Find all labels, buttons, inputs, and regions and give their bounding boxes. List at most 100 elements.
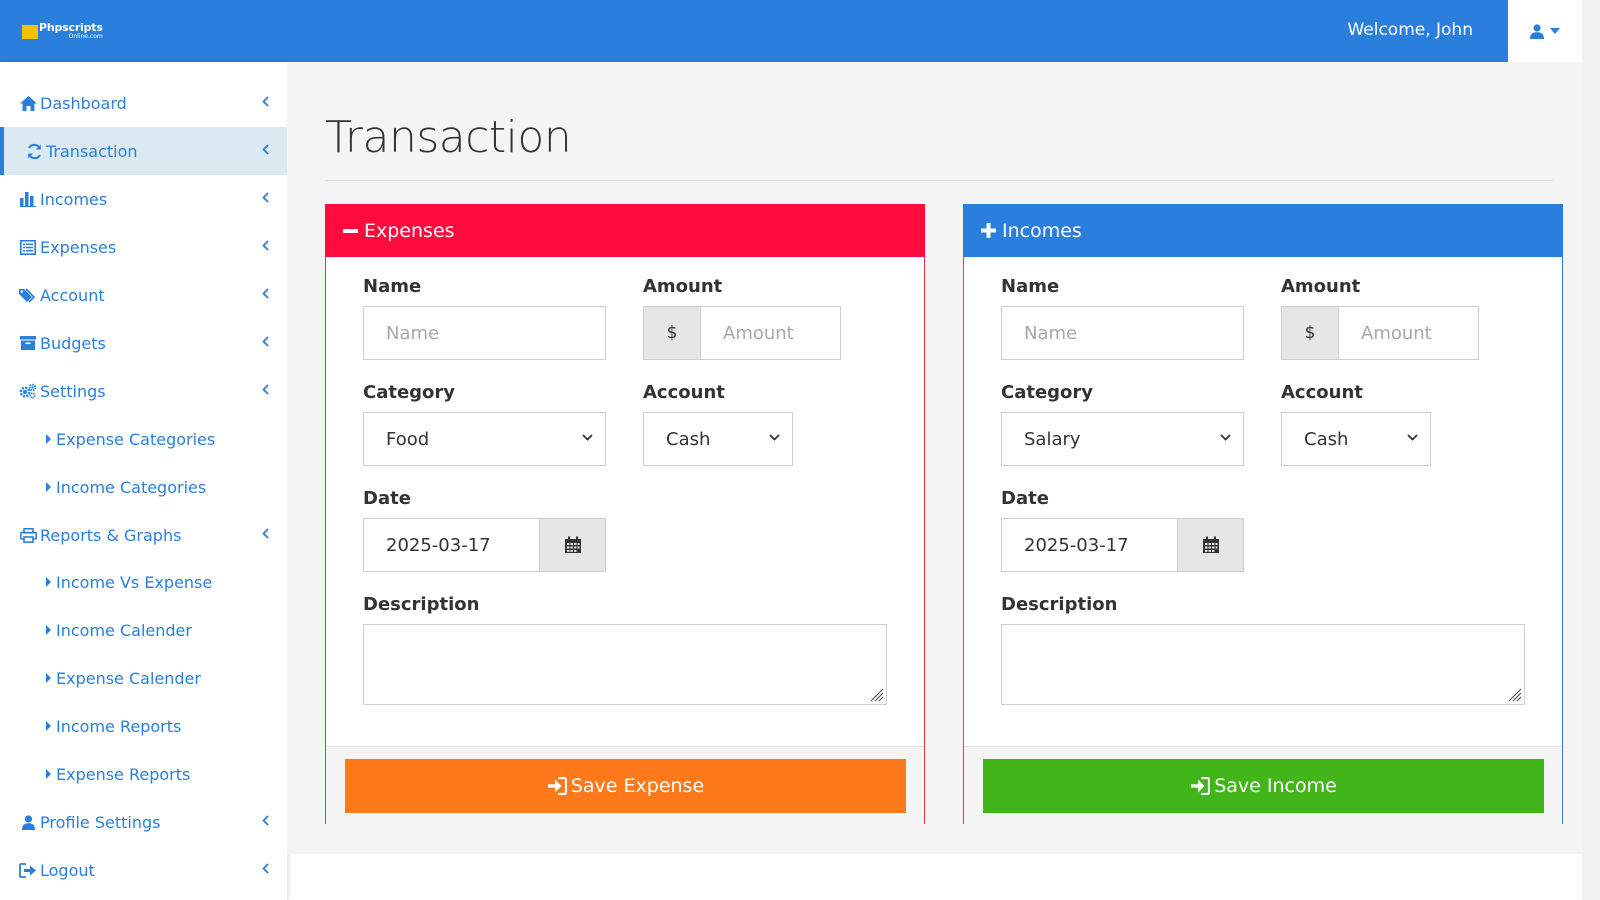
page-title: Transaction xyxy=(325,112,572,163)
expense-category-label: Category xyxy=(363,382,456,403)
expense-panel: Expenses Name Name Amount $ Amount Categ… xyxy=(325,204,925,824)
sidebar-subitem-expense-categories[interactable]: Expense Categories xyxy=(0,415,287,463)
logo-sub-text: Online.com xyxy=(68,33,103,40)
divider xyxy=(325,180,1553,181)
income-panel-title: Incomes xyxy=(1002,219,1082,242)
gears-icon xyxy=(19,382,37,400)
chevron-down-icon xyxy=(769,434,780,441)
expense-panel-header: Expenses xyxy=(325,204,925,257)
expense-description-textarea[interactable] xyxy=(363,624,887,705)
sidebar-subitem-label: Expense Categories xyxy=(56,429,216,449)
expense-category-select[interactable]: Food xyxy=(363,412,606,466)
tags-icon xyxy=(19,286,37,304)
income-description-label: Description xyxy=(1001,594,1118,615)
logo[interactable]: Phpscripts Online.com xyxy=(22,22,103,40)
sidebar-subitem-expense-calender[interactable]: Expense Calender xyxy=(0,654,287,702)
save-expense-button[interactable]: Save Expense xyxy=(345,759,906,813)
income-description-textarea[interactable] xyxy=(1001,624,1525,705)
sidebar-item-profile-settings[interactable]: Profile Settings xyxy=(0,798,287,846)
caret-right-icon xyxy=(46,769,51,779)
currency-addon: $ xyxy=(643,306,701,360)
income-amount-input[interactable]: Amount xyxy=(1338,306,1479,360)
sidebar-subitem-expense-reports[interactable]: Expense Reports xyxy=(0,750,287,798)
income-account-select[interactable]: Cash xyxy=(1281,412,1431,466)
plus-icon xyxy=(981,223,996,238)
sidebar-subitem-income-vs-expense[interactable]: Income Vs Expense xyxy=(0,558,287,606)
expense-panel-title: Expenses xyxy=(364,219,455,242)
sidebar-subitem-income-categories[interactable]: Income Categories xyxy=(0,463,287,511)
sidebar-subitem-label: Income Calender xyxy=(56,620,192,640)
scrollbar-track[interactable] xyxy=(1582,0,1600,900)
income-name-input[interactable]: Name xyxy=(1001,306,1244,360)
sidebar-item-reports-graphs[interactable]: Reports & Graphs xyxy=(0,511,287,559)
top-bar: Phpscripts Online.com Welcome, John xyxy=(0,0,1568,62)
chevron-left-icon xyxy=(262,96,269,107)
sidebar-subitem-label: Income Reports xyxy=(56,716,182,736)
sidebar-item-dashboard[interactable]: Dashboard xyxy=(0,79,287,127)
income-panel-footer: Save Income xyxy=(964,746,1562,824)
income-account-value: Cash xyxy=(1304,428,1349,450)
sidebar-item-label: Settings xyxy=(40,381,106,401)
chevron-down-icon xyxy=(582,434,593,441)
sidebar-item-label: Dashboard xyxy=(40,93,127,113)
expense-date-picker-button[interactable] xyxy=(539,518,606,572)
sidebar-item-logout[interactable]: Logout xyxy=(0,846,287,894)
caret-right-icon xyxy=(46,434,51,444)
archive-icon xyxy=(19,334,37,352)
resize-grip-icon[interactable] xyxy=(1506,686,1522,702)
calendar-icon xyxy=(1202,536,1219,553)
income-name-label: Name xyxy=(1001,276,1060,297)
list-icon xyxy=(19,238,37,256)
sidebar-item-transaction[interactable]: Transaction xyxy=(0,127,287,175)
minus-icon xyxy=(343,228,358,233)
chevron-left-icon xyxy=(262,144,269,155)
expense-name-input[interactable]: Name xyxy=(363,306,606,360)
save-income-button[interactable]: Save Income xyxy=(983,759,1544,813)
main-content: Transaction Expenses Name Name Amount $ … xyxy=(287,62,1582,854)
sidebar-item-label: Profile Settings xyxy=(40,812,161,832)
sidebar-subitem-income-calender[interactable]: Income Calender xyxy=(0,606,287,654)
home-icon xyxy=(19,94,37,112)
expense-account-select[interactable]: Cash xyxy=(643,412,793,466)
expense-description-label: Description xyxy=(363,594,480,615)
income-date-picker-button[interactable] xyxy=(1177,518,1244,572)
expense-name-label: Name xyxy=(363,276,422,297)
user-icon xyxy=(1530,23,1544,39)
sidebar-item-account[interactable]: Account xyxy=(0,271,287,319)
sidebar-item-expenses[interactable]: Expenses xyxy=(0,223,287,271)
chevron-left-icon xyxy=(262,240,269,251)
chevron-left-icon xyxy=(262,336,269,347)
expense-account-label: Account xyxy=(643,382,725,403)
expense-date-input[interactable]: 2025-03-17 xyxy=(363,518,540,572)
chevron-down-icon xyxy=(1220,434,1231,441)
sidebar-item-label: Reports & Graphs xyxy=(40,525,182,545)
save-expense-label: Save Expense xyxy=(570,775,705,797)
sidebar-item-label: Logout xyxy=(40,860,95,880)
sign-in-icon xyxy=(547,777,567,795)
caret-down-icon xyxy=(1550,28,1560,34)
expense-category-value: Food xyxy=(386,428,430,450)
bar-chart-icon xyxy=(19,190,37,208)
welcome-text: Welcome, John xyxy=(1347,20,1473,40)
sidebar-item-label: Transaction xyxy=(46,141,138,161)
caret-right-icon xyxy=(46,577,51,587)
expense-account-value: Cash xyxy=(666,428,711,450)
resize-grip-icon[interactable] xyxy=(868,686,884,702)
chevron-left-icon xyxy=(262,863,269,874)
income-date-input[interactable]: 2025-03-17 xyxy=(1001,518,1178,572)
income-panel: Incomes Name Name Amount $ Amount Catego… xyxy=(963,204,1563,824)
user-icon xyxy=(19,813,37,831)
sign-in-icon xyxy=(1191,777,1211,795)
expense-amount-input[interactable]: Amount xyxy=(700,306,841,360)
sidebar-item-settings[interactable]: Settings xyxy=(0,367,287,415)
user-menu-button[interactable] xyxy=(1508,0,1582,62)
chevron-left-icon xyxy=(262,815,269,826)
sidebar-subitem-income-reports[interactable]: Income Reports xyxy=(0,702,287,750)
income-category-select[interactable]: Salary xyxy=(1001,412,1244,466)
save-income-label: Save Income xyxy=(1214,775,1337,797)
caret-right-icon xyxy=(46,721,51,731)
chevron-down-icon xyxy=(1407,434,1418,441)
sidebar-item-budgets[interactable]: Budgets xyxy=(0,319,287,367)
income-date-label: Date xyxy=(1001,488,1049,509)
sidebar-item-incomes[interactable]: Incomes xyxy=(0,175,287,223)
